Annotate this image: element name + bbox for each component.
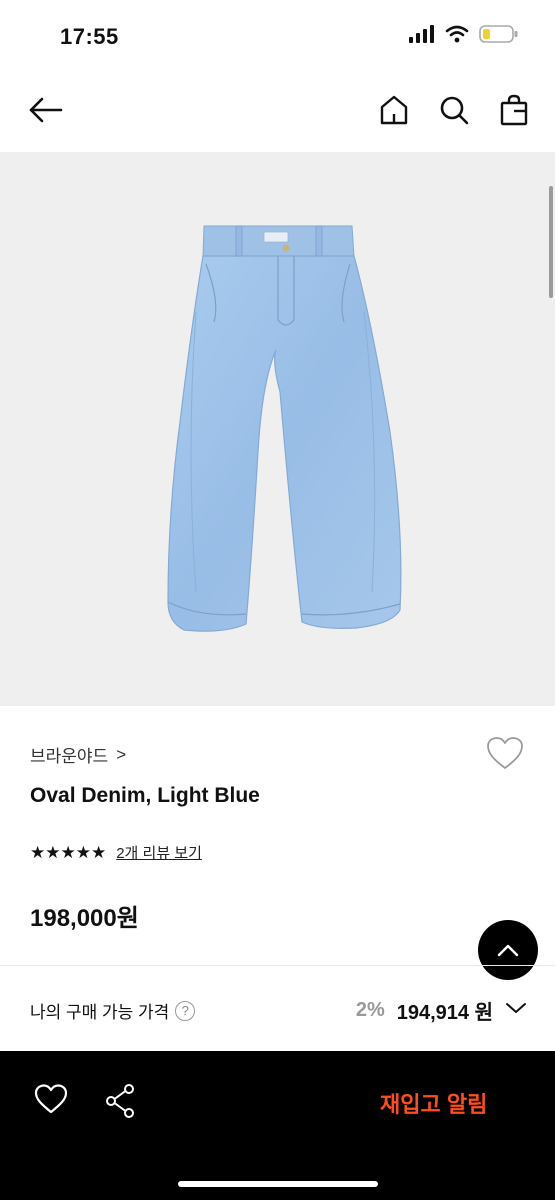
heart-outline-icon <box>34 1084 68 1114</box>
brand-name: 브라운야드 <box>30 747 109 766</box>
restock-alert-button[interactable]: 재입고 알림 <box>380 1087 487 1119</box>
arrow-left-icon <box>29 97 63 123</box>
product-image[interactable] <box>0 152 555 706</box>
review-link[interactable]: 2개 리뷰 보기 <box>116 842 202 863</box>
product-name: Oval Denim, Light Blue <box>30 784 260 807</box>
share-icon <box>106 1084 134 1118</box>
signal-icon <box>409 25 435 48</box>
nav-actions <box>377 92 531 128</box>
rating: ★★★★★ 2개 리뷰 보기 <box>30 842 202 863</box>
product-price: 198,000원 <box>30 905 139 932</box>
my-price-value-group: 2% 194,914 원 <box>356 996 527 1025</box>
brand-link[interactable]: 브라운야드 > <box>30 742 126 767</box>
chevron-up-icon <box>497 944 519 957</box>
battery-icon <box>479 24 519 49</box>
info-icon[interactable]: ? <box>175 1000 196 1021</box>
shopping-bag-icon <box>500 94 528 126</box>
rating-stars: ★★★★★ <box>30 842 107 862</box>
chevron-down-icon[interactable] <box>505 1001 527 1020</box>
search-button[interactable] <box>437 92 471 128</box>
chevron-right-icon: > <box>116 744 127 764</box>
discounted-price: 194,914 원 <box>396 1002 493 1024</box>
home-button[interactable] <box>377 92 411 128</box>
status-icons <box>409 24 519 49</box>
discount-rate: 2% <box>355 999 385 1021</box>
wishlist-button[interactable] <box>485 734 525 774</box>
back-button[interactable] <box>26 92 66 128</box>
status-time: 17:55 <box>60 24 119 49</box>
product-info: 브라운야드 > Oval Denim, Light Blue ★★★★★ 2개 … <box>0 706 555 980</box>
status-bar: 17:55 <box>0 0 555 72</box>
my-price-label-group: 나의 구매 가능 가격 ? <box>30 998 196 1023</box>
like-button[interactable] <box>34 1083 70 1119</box>
my-price-label: 나의 구매 가능 가격 <box>30 1003 170 1022</box>
search-icon <box>440 96 469 125</box>
bag-button[interactable] <box>497 92 531 128</box>
image-scroll-indicator <box>549 186 553 298</box>
home-icon <box>380 95 408 125</box>
wifi-icon <box>445 25 469 48</box>
my-price-row[interactable]: 나의 구매 가능 가격 ? 2% 194,914 원 <box>0 965 555 1051</box>
heart-outline-icon <box>487 737 523 769</box>
share-button[interactable] <box>104 1083 136 1119</box>
denim-jeans-image <box>167 225 402 632</box>
bottom-action-bar: 재입고 알림 <box>0 1051 555 1200</box>
home-indicator <box>178 1181 378 1187</box>
nav-bar <box>0 72 555 152</box>
